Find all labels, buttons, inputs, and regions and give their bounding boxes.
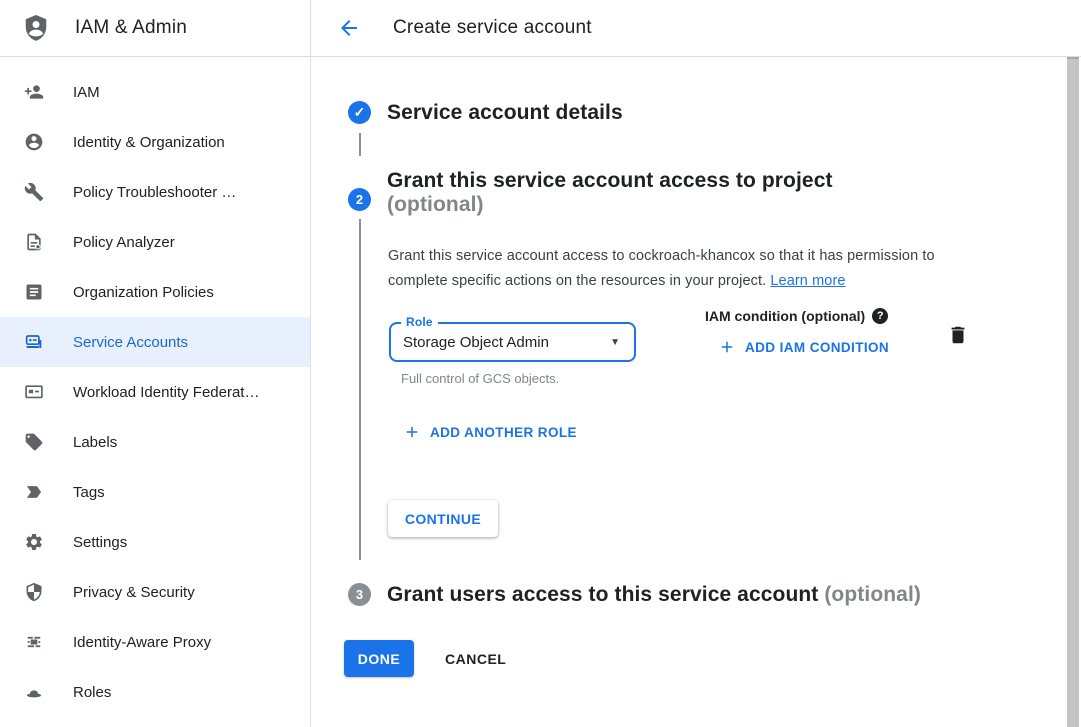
add-another-role-button[interactable]: ADD ANOTHER ROLE [403,423,577,441]
step-3-title: Grant users access to this service accou… [387,583,921,607]
sidebar-item-organization-policies[interactable]: Organization Policies [0,267,310,317]
sidebar-item-label: IAM [73,84,100,101]
page-title: Create service account [393,17,592,39]
stepper-connector [359,219,361,560]
sidebar-item-settings[interactable]: Settings [0,517,310,567]
sidebar-item-identity-organization[interactable]: Identity & Organization [0,117,310,167]
identity-aware-proxy-icon [24,632,44,652]
plus-icon [403,423,421,441]
step-1-row: ✓ Service account details [348,101,623,125]
page-header: Create service account [311,0,1081,56]
sidebar-item-iam[interactable]: IAM [0,67,310,117]
cancel-button[interactable]: CANCEL [445,651,506,667]
service-account-icon [24,332,44,352]
step-complete-check-icon: ✓ [348,101,371,124]
add-iam-condition-button[interactable]: ADD IAM CONDITION [718,338,889,356]
security-shield-icon [24,582,44,602]
role-select[interactable]: Role Storage Object Admin ▼ [389,322,636,362]
sidebar-item-privacy-security[interactable]: Privacy & Security [0,567,310,617]
card-icon [24,382,44,402]
plus-icon [718,338,736,356]
sidebar-nav: IAM Identity & Organization Policy Troub… [0,57,311,727]
sidebar-item-label: Labels [73,434,117,451]
step-1-title: Service account details [387,101,623,125]
sidebar-item-label: Settings [73,534,127,551]
article-icon [24,282,44,302]
policy-analyzer-icon [24,232,44,252]
step-2-description: Grant this service account access to coc… [388,244,988,294]
step-2-title: Grant this service account access to pro… [387,169,833,193]
sidebar-item-policy-analyzer[interactable]: Policy Analyzer [0,217,310,267]
top-header: IAM & Admin Create service account [0,0,1081,57]
sidebar-item-label: Policy Analyzer [73,234,175,251]
account-circle-icon [24,132,44,152]
app-title: IAM & Admin [75,17,187,39]
hat-icon [24,682,44,702]
sidebar-item-label: Roles [73,684,111,701]
sidebar-item-label: Policy Troubleshooter … [73,184,236,201]
sidebar-item-identity-aware-proxy[interactable]: Identity-Aware Proxy [0,617,310,667]
trash-icon [947,324,969,346]
stepper-connector [359,133,361,156]
gear-icon [24,532,44,552]
role-field-label: Role [401,315,438,329]
chevron-down-icon: ▼ [610,337,620,348]
delete-role-button[interactable] [946,324,970,348]
iam-condition-label: IAM condition (optional) ? [705,308,888,324]
sidebar-item-policy-troubleshooter[interactable]: Policy Troubleshooter … [0,167,310,217]
sidebar-scrollbar-thumb[interactable] [1067,57,1079,727]
sidebar-item-label: Workload Identity Federat… [73,384,259,401]
label-important-icon [24,482,44,502]
sidebar-item-workload-identity-federation[interactable]: Workload Identity Federat… [0,367,310,417]
continue-button[interactable]: CONTINUE [388,500,498,537]
sidebar-item-label: Identity & Organization [73,134,225,151]
tag-icon [24,432,44,452]
wrench-icon [24,182,44,202]
create-service-account-panel: ✓ Service account details 2 Grant this s… [311,57,1081,727]
sidebar-item-labels[interactable]: Labels [0,417,310,467]
sidebar-item-label: Privacy & Security [73,584,195,601]
sidebar-item-label: Service Accounts [73,334,188,351]
step-3-optional-label: (optional) [824,583,921,606]
sidebar-item-roles[interactable]: Roles [0,667,310,717]
arrow-back-icon [337,16,361,40]
step-2-heading: Grant this service account access to pro… [387,169,833,217]
brand-area: IAM & Admin [0,0,311,56]
sidebar-item-tags[interactable]: Tags [0,467,310,517]
sidebar-item-label: Tags [73,484,105,501]
step-2-number-badge: 2 [348,188,371,211]
person-add-icon [24,82,44,102]
role-helper-text: Full control of GCS objects. [401,371,559,386]
form-actions: DONE CANCEL [344,640,506,677]
done-button[interactable]: DONE [344,640,414,677]
back-button[interactable] [337,16,361,40]
sidebar-item-service-accounts[interactable]: Service Accounts [0,317,310,367]
learn-more-link[interactable]: Learn more [770,273,845,289]
step-3-row: 3 Grant users access to this service acc… [348,583,921,607]
step-3-number-badge: 3 [348,583,371,606]
iam-admin-shield-icon [21,12,51,44]
sidebar-item-label: Identity-Aware Proxy [73,634,211,651]
sidebar-item-label: Organization Policies [73,284,214,301]
step-2-optional-label: (optional) [387,193,833,217]
role-selected-value: Storage Object Admin [403,334,549,351]
help-icon[interactable]: ? [872,308,888,324]
